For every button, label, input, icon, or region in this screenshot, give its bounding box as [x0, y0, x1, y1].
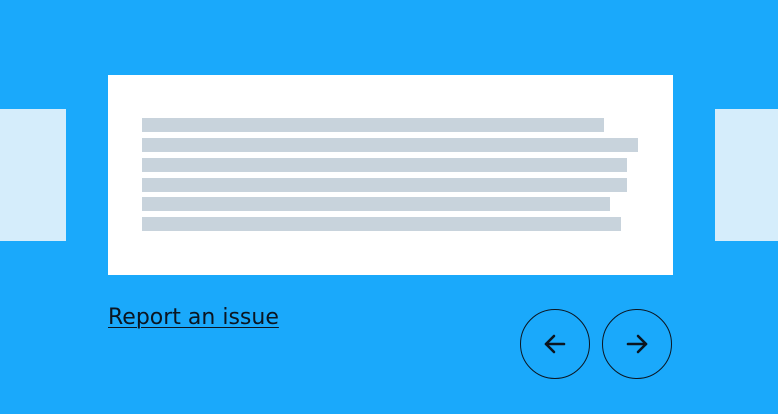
- previous-button[interactable]: [520, 309, 590, 379]
- placeholder-text-line: [142, 197, 610, 211]
- arrow-right-icon: [626, 334, 648, 354]
- report-issue-link[interactable]: Report an issue: [108, 304, 279, 332]
- current-slide-card: [108, 75, 673, 275]
- arrow-left-icon: [544, 334, 566, 354]
- next-button[interactable]: [602, 309, 672, 379]
- carousel-stage: Report an issue: [0, 0, 778, 414]
- placeholder-text-line: [142, 118, 604, 132]
- placeholder-text-line: [142, 138, 638, 152]
- next-slide-peek[interactable]: [715, 109, 778, 241]
- placeholder-text-line: [142, 217, 621, 231]
- previous-slide-peek[interactable]: [0, 109, 66, 241]
- placeholder-text-line: [142, 178, 627, 192]
- placeholder-text-line: [142, 158, 627, 172]
